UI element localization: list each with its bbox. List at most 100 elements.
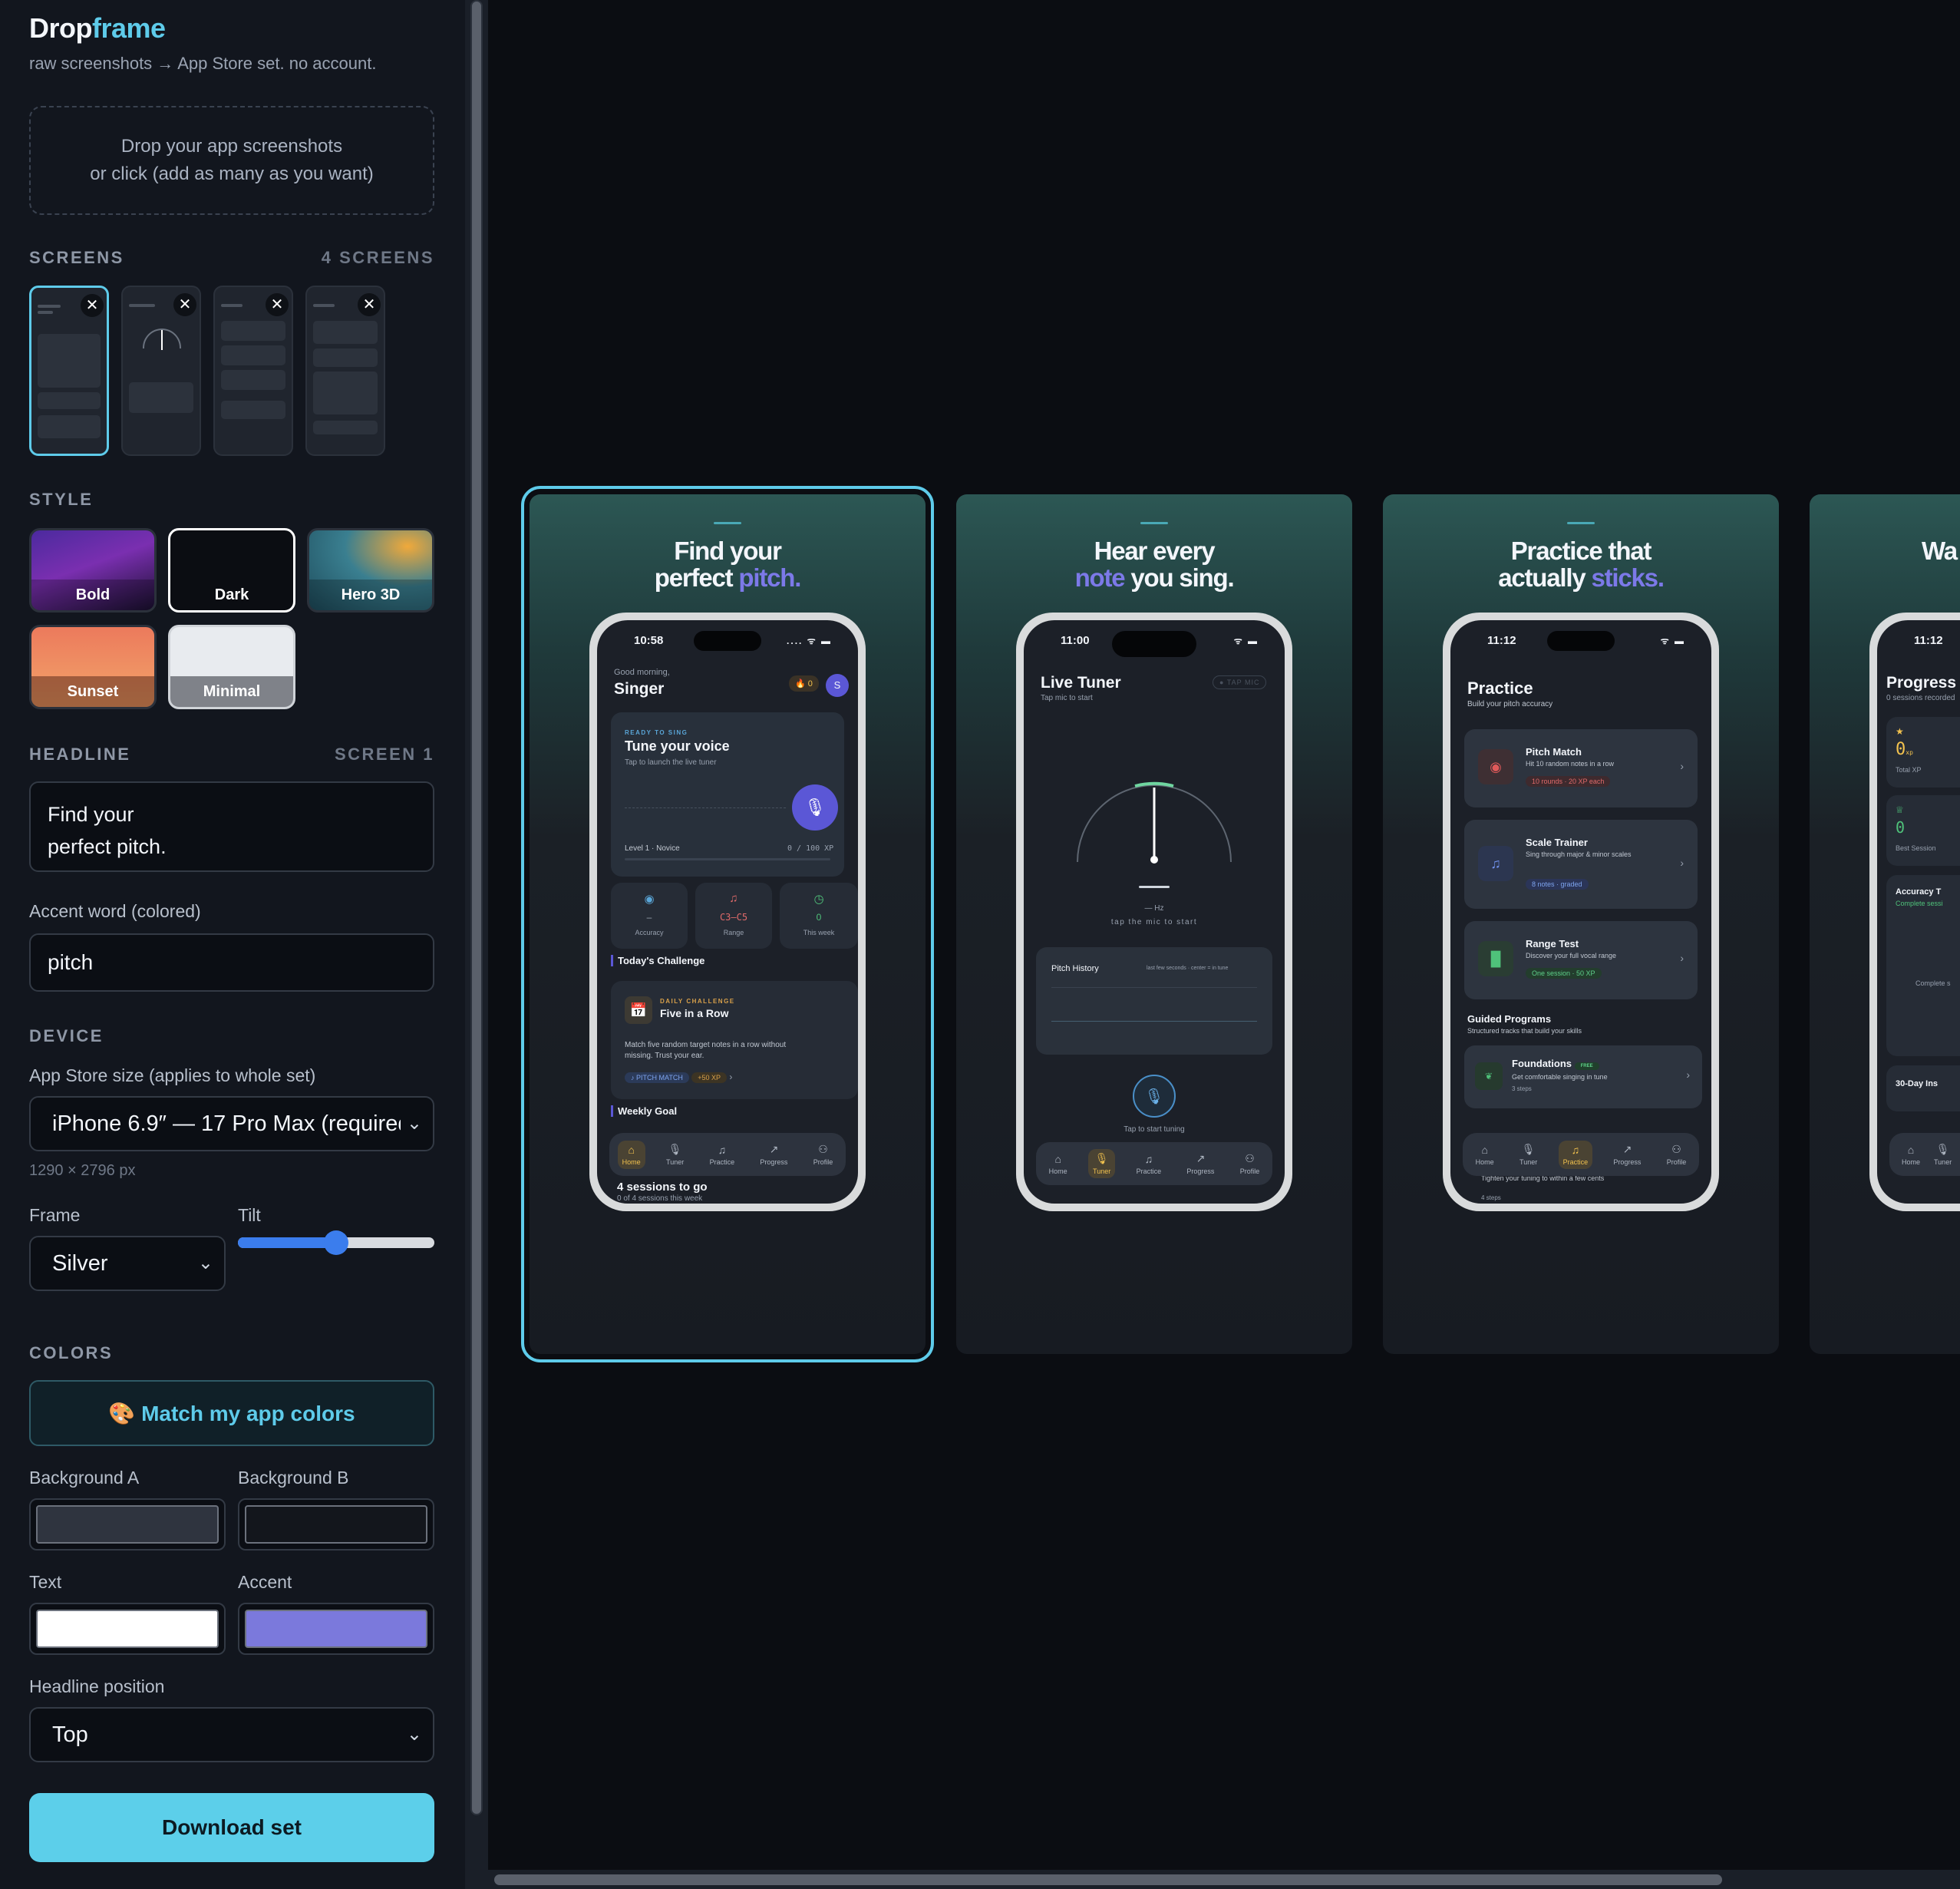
device-heading: DEVICE	[29, 1026, 104, 1045]
mic-button[interactable]: 🎙	[1133, 1075, 1176, 1118]
tab-practice[interactable]: ♫ Practice	[705, 1141, 740, 1169]
remove-screen-4-button[interactable]: ✕	[358, 293, 381, 316]
download-set-button[interactable]: Download set	[29, 1793, 434, 1862]
tab-progress[interactable]: ↗ Progress	[1182, 1149, 1219, 1178]
frame-select[interactable]: Silver ⌄	[29, 1236, 226, 1291]
user-name: Singer	[614, 680, 665, 698]
headline-position-select[interactable]: Top ⌄	[29, 1707, 434, 1762]
accent-color-input[interactable]	[238, 1603, 434, 1655]
screens-heading: SCREENS	[29, 248, 124, 267]
pitch-match-card[interactable]: ◉ Pitch Match Hit 10 random notes in a r…	[1464, 729, 1698, 807]
screenshot-dropzone[interactable]: Drop your app screenshots or click (add …	[29, 106, 434, 215]
tab-tuner[interactable]: 🎙 Tuner	[1088, 1149, 1116, 1178]
accent-word-input[interactable]: pitch	[29, 933, 434, 992]
accent-swatch	[245, 1610, 427, 1648]
chevron-right-icon: ›	[1680, 857, 1684, 869]
screen-3-headline: Practice that actually sticks.	[1498, 537, 1665, 592]
headline-textarea[interactable]: Find your perfect pitch.	[29, 781, 434, 872]
tab-progress[interactable]: ↗ Progress	[755, 1140, 792, 1169]
accuracy-trend-card: Accuracy T Complete sessi Complete s	[1886, 875, 1960, 1056]
screen-thumb-2[interactable]: ✕	[121, 286, 201, 456]
remove-screen-1-button[interactable]: ✕	[81, 294, 104, 317]
screen-thumb-3[interactable]: ✕	[213, 286, 293, 456]
match-app-colors-button[interactable]: 🎨 Match my app colors	[29, 1380, 434, 1446]
trend-icon: ↗	[769, 1143, 779, 1155]
preview-screen-3[interactable]: Practice that actually sticks. 11:12 ᯤ ▬ P…	[1383, 494, 1779, 1354]
tab-tuner[interactable]: 🎙 Tuner	[662, 1140, 688, 1169]
tab-progress[interactable]: ↗ Progress	[1609, 1140, 1645, 1169]
bg-a-swatch	[36, 1505, 219, 1544]
sidebar-scrollbar[interactable]	[465, 0, 488, 1889]
screen-thumb-1[interactable]: ✕	[29, 286, 109, 456]
music-note-icon: ♫	[1478, 846, 1513, 881]
mic-icon: 🎙	[668, 1143, 682, 1155]
device-frame: 10:58.... ᯤ ▬ Good morning, Singer 🔥 0 S…	[589, 613, 866, 1211]
streak-badge: 🔥 0	[789, 675, 819, 692]
bg-a-label: Background A	[29, 1468, 140, 1488]
guided-sub: Structured tracks that build your skills	[1467, 1027, 1582, 1035]
mic-icon: 🎙	[1521, 1143, 1536, 1155]
tab-practice[interactable]: ♫ Practice	[1558, 1140, 1593, 1169]
tab-bar: ⌂ Home 🎙 Tuner	[1889, 1133, 1960, 1176]
tab-profile[interactable]: ⚇ Profile	[809, 1140, 838, 1169]
tab-profile[interactable]: ⚇ Profile	[1662, 1140, 1691, 1169]
home-icon: ⌂	[1054, 1152, 1061, 1165]
tilt-slider-handle[interactable]	[324, 1230, 348, 1255]
style-hero-3d[interactable]: Hero 3D	[307, 528, 434, 613]
preview-screen-4[interactable]: Wa 11:12 Progress 0 sessions recorded ★ …	[1810, 494, 1960, 1354]
tab-practice[interactable]: ♫ Practice	[1132, 1150, 1166, 1178]
tab-tuner[interactable]: 🎙 Tuner	[1515, 1140, 1542, 1169]
tune-card: READY TO SING Tune your voice Tap to lau…	[611, 712, 844, 877]
preview-screen-2[interactable]: Hear every note you sing. 11:00 ᯤ ▬ Live T…	[956, 494, 1352, 1354]
music-note-icon: ♫	[718, 1143, 727, 1156]
bg-a-color-input[interactable]	[29, 1498, 226, 1550]
style-bold[interactable]: Bold	[29, 528, 157, 613]
tagline: raw screenshots → App Store set. no acco…	[29, 54, 377, 73]
colors-heading: COLORS	[29, 1343, 114, 1362]
screen-4-headline: Wa	[1922, 537, 1958, 565]
bg-b-label: Background B	[238, 1468, 349, 1488]
tab-tuner[interactable]: 🎙 Tuner	[1929, 1140, 1956, 1169]
device-frame: 11:12 Progress 0 sessions recorded ★ 0xp…	[1869, 613, 1960, 1211]
range-test-card[interactable]: ▐▌ Range Test Discover your full vocal r…	[1464, 921, 1698, 999]
best-session-card: ♕ 0 Best Session	[1886, 795, 1960, 866]
tuner-sub: Tap mic to start	[1041, 694, 1093, 702]
weekly-sub: 0 of 4 sessions this week	[617, 1194, 703, 1203]
tab-home[interactable]: ⌂ Home	[1471, 1141, 1499, 1169]
tab-profile[interactable]: ⚇ Profile	[1236, 1149, 1265, 1178]
status-icons: ᯤ ▬	[1660, 636, 1685, 646]
foundations-card[interactable]: ❦ Foundations FREE Get comfortable singi…	[1464, 1045, 1702, 1108]
practice-title: Practice	[1467, 679, 1533, 698]
style-minimal[interactable]: Minimal	[168, 625, 295, 709]
text-color-input[interactable]	[29, 1603, 226, 1655]
remove-screen-2-button[interactable]: ✕	[173, 293, 196, 316]
style-sunset[interactable]: Sunset	[29, 625, 157, 709]
accent-word-label: Accent word (colored)	[29, 901, 201, 921]
target-icon: ◉	[1478, 749, 1513, 784]
music-note-icon: ♫	[1571, 1143, 1580, 1156]
frame-label: Frame	[29, 1205, 81, 1225]
preview-screen-1[interactable]: Find your perfect pitch. 10:58.... ᯤ ▬ Go…	[521, 486, 934, 1362]
remove-screen-3-button[interactable]: ✕	[266, 293, 289, 316]
user-icon: ⚇	[1245, 1152, 1255, 1164]
dropzone-line2: or click (add as many as you want)	[90, 163, 374, 184]
text-swatch	[36, 1610, 219, 1648]
chevron-right-icon: ›	[1680, 760, 1684, 772]
device-size-select[interactable]: iPhone 6.9″ — 17 Pro Max (required) ⌄	[29, 1096, 434, 1151]
dropzone-line1: Drop your app screenshots	[120, 136, 343, 157]
tab-home[interactable]: ⌂ Home	[1897, 1141, 1925, 1169]
status-icons: .... ᯤ ▬	[787, 636, 832, 646]
progress-title: Progress	[1886, 674, 1957, 692]
tab-home[interactable]: ⌂ Home	[617, 1140, 645, 1169]
screen-thumb-4[interactable]: ✕	[305, 286, 385, 456]
tilt-slider[interactable]	[238, 1230, 434, 1255]
tab-home[interactable]: ⌂ Home	[1044, 1150, 1072, 1178]
scale-trainer-card[interactable]: ♫ Scale Trainer Sing through major & min…	[1464, 820, 1698, 909]
canvas-horizontal-scrollbar[interactable]	[488, 1870, 1960, 1889]
tilt-label: Tilt	[238, 1205, 261, 1225]
style-dark[interactable]: Dark	[168, 528, 295, 613]
bg-b-color-input[interactable]	[238, 1498, 434, 1550]
guided-heading: Guided Programs	[1467, 1013, 1552, 1025]
mic-icon: 🎙	[792, 784, 838, 831]
trend-icon: ↗	[1196, 1152, 1206, 1164]
